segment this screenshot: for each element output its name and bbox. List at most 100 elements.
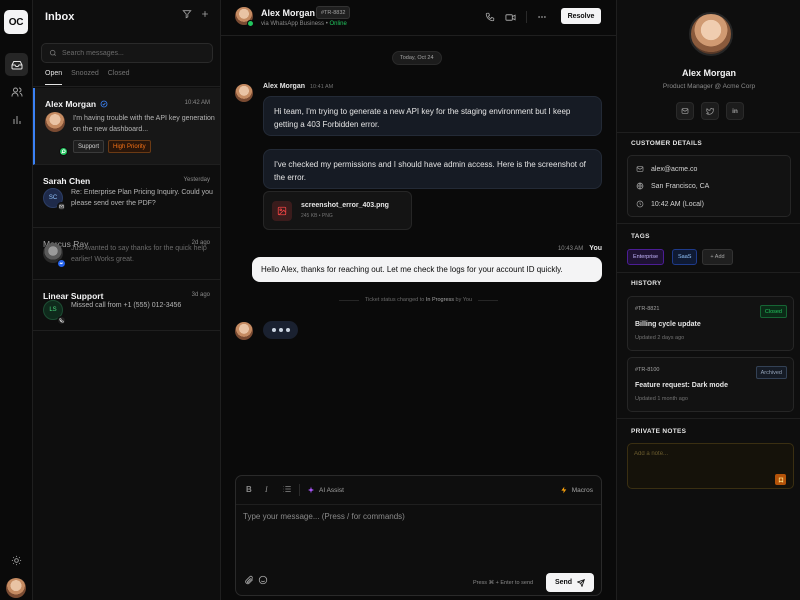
conversation-item[interactable]: Alex Morgan 10:42 AM I'm having trouble …: [33, 88, 220, 165]
macros-label: Macros: [571, 486, 593, 494]
section-divider: [617, 418, 800, 419]
contacts-nav-button[interactable]: [5, 80, 28, 103]
list-button[interactable]: [282, 484, 292, 494]
history-item[interactable]: #TR-8100 Archived Feature request: Dark …: [627, 357, 794, 412]
nav-rail: OC: [0, 0, 33, 600]
tab-open[interactable]: Open: [45, 70, 63, 85]
conversation-time: 3d ago: [191, 292, 210, 298]
toolbar-divider: [299, 484, 300, 496]
conversation-item[interactable]: Linear Support 3d ago LS Missed call fro…: [33, 280, 220, 331]
clock-icon: [635, 200, 645, 208]
conversation-preview: Missed call from +1 (555) 012-3456: [71, 302, 182, 309]
bold-button[interactable]: B: [246, 485, 252, 494]
conversation-time: 10:42 AM: [184, 100, 210, 106]
save-note-button[interactable]: [775, 474, 786, 485]
attach-button[interactable]: [244, 575, 254, 585]
status-badge: Archived: [755, 366, 787, 379]
conversation-item[interactable]: Sarah Chen Yesterday SC Re: Enterprise P…: [33, 165, 220, 228]
header-divider: [526, 11, 527, 23]
plus-icon[interactable]: [200, 9, 210, 19]
system-event: Ticket status changed to In Progress by …: [221, 297, 616, 303]
search-box: [41, 43, 213, 63]
ai-assist-button[interactable]: AI Assist: [307, 486, 344, 494]
smile-icon: [258, 575, 268, 585]
history-updated: Updated 2 days ago: [635, 335, 685, 341]
event-text: Ticket status changed to In Progress by …: [365, 297, 472, 303]
theme-toggle[interactable]: [5, 549, 28, 572]
online-indicator: [247, 20, 254, 27]
phone-icon[interactable]: [485, 12, 495, 22]
tab-snoozed[interactable]: Snoozed: [71, 70, 99, 85]
tags-heading: TAGS: [631, 233, 650, 240]
conversation-name: Sarah Chen: [43, 176, 91, 186]
profile-name: Alex Morgan: [681, 68, 736, 78]
mail-icon: [57, 202, 66, 211]
email-social-button[interactable]: [676, 102, 694, 120]
tag-saas[interactable]: SaaS: [672, 249, 698, 265]
more-icon[interactable]: [537, 12, 547, 22]
conversation-avatar: [45, 112, 65, 132]
profile-role: Product Manager @ Acme Corp: [662, 83, 756, 90]
send-label: Send: [554, 579, 573, 586]
status-badge: Closed: [759, 305, 787, 318]
mail-icon: [681, 108, 689, 114]
section-divider: [617, 132, 800, 133]
history-heading: HISTORY: [631, 280, 662, 287]
search-icon: [49, 49, 56, 56]
message-composer: B I AI Assist Macros Type your message..…: [235, 475, 602, 596]
globe-icon: [635, 182, 645, 190]
message-author: Alex Morgan: [263, 83, 306, 90]
history-item[interactable]: #TR-8821 Closed Billing cycle update Upd…: [627, 296, 794, 351]
search-input[interactable]: [62, 49, 202, 57]
ticket-badge: #TR-8832: [316, 6, 351, 19]
image-file-icon: [272, 201, 292, 221]
file-attachment[interactable]: screenshot_error_403.png 245 KB • PNG: [263, 191, 412, 230]
messenger-icon: [57, 259, 66, 268]
tabs-divider: [33, 86, 220, 87]
filter-icon[interactable]: [182, 9, 192, 19]
call-actions: [485, 11, 547, 23]
contact-name: Alex Morgan: [261, 8, 316, 18]
inbox-nav-button[interactable]: [5, 53, 28, 76]
twitter-social-button[interactable]: [701, 102, 719, 120]
inbox-icon: [11, 60, 22, 69]
event-line: [478, 299, 499, 301]
conversation-preview: I'm having trouble with the API key gene…: [73, 115, 215, 133]
phone-icon: [57, 316, 66, 325]
linkedin-icon: in: [732, 107, 738, 115]
video-icon[interactable]: [505, 12, 516, 23]
add-tag-button[interactable]: + Add: [702, 249, 733, 265]
mail-icon: [635, 165, 645, 173]
bar-chart-icon: [13, 115, 20, 124]
profile-avatar: [689, 12, 733, 56]
bolt-icon: [561, 486, 567, 494]
reports-nav-button[interactable]: [5, 108, 28, 131]
customer-panel: Alex Morgan Product Manager @ Acme Corp …: [616, 0, 800, 600]
tag-enterprise[interactable]: Enterprise: [627, 249, 665, 265]
send-button[interactable]: Send: [546, 573, 594, 592]
chat-panel: Alex Morgan #TR-8832 via WhatsApp Busine…: [221, 0, 616, 600]
details-heading: CUSTOMER DETAILS: [631, 140, 703, 147]
app-root: OC Inbox Open Snoozed Closed: [0, 0, 800, 600]
macros-button[interactable]: Macros: [560, 486, 593, 494]
linkedin-social-button[interactable]: in: [726, 102, 744, 120]
resolve-button[interactable]: Resolve: [561, 8, 601, 24]
channel-text: via WhatsApp Business: [261, 21, 325, 27]
message-input[interactable]: [243, 512, 593, 552]
history-id: #TR-8100: [635, 367, 660, 373]
conversation-item[interactable]: Marcus Ray 2d ago Just wanted to say tha…: [33, 228, 220, 280]
detail-time: 10:42 AM (Local): [635, 200, 704, 208]
user-avatar[interactable]: [6, 578, 26, 598]
notes-input[interactable]: [634, 451, 774, 481]
notes-heading: PRIVATE NOTES: [631, 428, 687, 435]
detail-email-value[interactable]: alex@acme.co: [651, 166, 697, 173]
list-icon: [283, 486, 291, 492]
paperclip-icon: [245, 575, 254, 585]
outgoing-message: Hello Alex, thanks for reaching out. Let…: [252, 257, 602, 282]
tab-closed[interactable]: Closed: [108, 70, 130, 85]
app-logo[interactable]: OC: [4, 10, 28, 34]
sun-icon: [11, 555, 22, 566]
event-prefix: Ticket status changed to: [364, 297, 425, 303]
italic-button[interactable]: I: [265, 485, 268, 494]
emoji-button[interactable]: [258, 575, 268, 585]
